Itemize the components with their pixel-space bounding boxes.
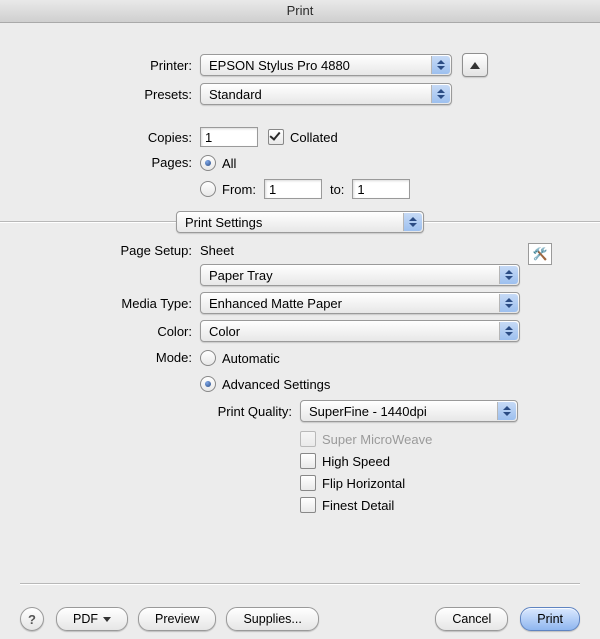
triangle-down-icon xyxy=(103,617,111,622)
printer-value: EPSON Stylus Pro 4880 xyxy=(209,58,350,73)
copies-label: Copies: xyxy=(24,130,200,145)
pdf-button[interactable]: PDF xyxy=(56,607,128,631)
page-setup-value: Sheet xyxy=(200,243,234,258)
supplies-button[interactable]: Supplies... xyxy=(226,607,318,631)
pages-to-label: to: xyxy=(330,182,344,197)
finest-detail-checkbox[interactable] xyxy=(300,497,316,513)
high-speed-checkbox[interactable] xyxy=(300,453,316,469)
printer-popup[interactable]: EPSON Stylus Pro 4880 xyxy=(200,54,452,76)
utility-icon-button[interactable]: 🛠️ xyxy=(528,243,552,265)
mode-automatic-label: Automatic xyxy=(222,351,280,366)
paper-source-popup[interactable]: Paper Tray xyxy=(200,264,520,286)
pages-from-label: From: xyxy=(222,182,256,197)
help-button[interactable]: ? xyxy=(20,607,44,631)
collated-checkbox[interactable] xyxy=(268,129,284,145)
super-microweave-checkbox xyxy=(300,431,316,447)
print-button[interactable]: Print xyxy=(520,607,580,631)
updown-arrows-icon xyxy=(499,266,518,284)
media-type-popup[interactable]: Enhanced Matte Paper xyxy=(200,292,520,314)
pages-from-radio[interactable] xyxy=(200,181,216,197)
print-quality-value: SuperFine - 1440dpi xyxy=(309,404,427,419)
presets-value: Standard xyxy=(209,87,262,102)
copies-field[interactable] xyxy=(200,127,258,147)
color-popup[interactable]: Color xyxy=(200,320,520,342)
paper-source-value: Paper Tray xyxy=(209,268,273,283)
high-speed-label: High Speed xyxy=(322,454,390,469)
page-setup-label: Page Setup: xyxy=(24,243,200,258)
updown-arrows-icon xyxy=(431,56,450,74)
flip-horizontal-checkbox[interactable] xyxy=(300,475,316,491)
pages-label: Pages: xyxy=(24,153,200,170)
updown-arrows-icon xyxy=(499,322,518,340)
wrench-icon: 🛠️ xyxy=(533,247,548,261)
preview-button[interactable]: Preview xyxy=(138,607,216,631)
color-value: Color xyxy=(209,324,240,339)
finest-detail-label: Finest Detail xyxy=(322,498,394,513)
media-type-label: Media Type: xyxy=(24,296,200,311)
updown-arrows-icon xyxy=(497,402,516,420)
print-quality-popup[interactable]: SuperFine - 1440dpi xyxy=(300,400,518,422)
mode-automatic-radio[interactable] xyxy=(200,350,216,366)
updown-arrows-icon xyxy=(403,213,422,231)
mode-label: Mode: xyxy=(24,348,200,365)
pages-all-label: All xyxy=(222,156,236,171)
pages-to-field[interactable] xyxy=(352,179,410,199)
triangle-up-icon xyxy=(470,62,480,69)
updown-arrows-icon xyxy=(431,85,450,103)
collated-label: Collated xyxy=(290,130,338,145)
cancel-button[interactable]: Cancel xyxy=(435,607,508,631)
pages-all-radio[interactable] xyxy=(200,155,216,171)
pages-from-field[interactable] xyxy=(264,179,322,199)
print-quality-label: Print Quality: xyxy=(200,404,300,419)
super-microweave-label: Super MicroWeave xyxy=(322,432,432,447)
window-title: Print xyxy=(0,0,600,23)
printer-label: Printer: xyxy=(24,58,200,73)
media-type-value: Enhanced Matte Paper xyxy=(209,296,342,311)
pane-value: Print Settings xyxy=(185,215,262,230)
mode-advanced-label: Advanced Settings xyxy=(222,377,330,392)
pane-popup[interactable]: Print Settings xyxy=(176,211,424,233)
disclosure-button[interactable] xyxy=(462,53,488,77)
color-label: Color: xyxy=(24,324,200,339)
flip-horizontal-label: Flip Horizontal xyxy=(322,476,405,491)
presets-label: Presets: xyxy=(24,87,200,102)
updown-arrows-icon xyxy=(499,294,518,312)
pdf-label: PDF xyxy=(73,612,98,626)
mode-advanced-radio[interactable] xyxy=(200,376,216,392)
presets-popup[interactable]: Standard xyxy=(200,83,452,105)
